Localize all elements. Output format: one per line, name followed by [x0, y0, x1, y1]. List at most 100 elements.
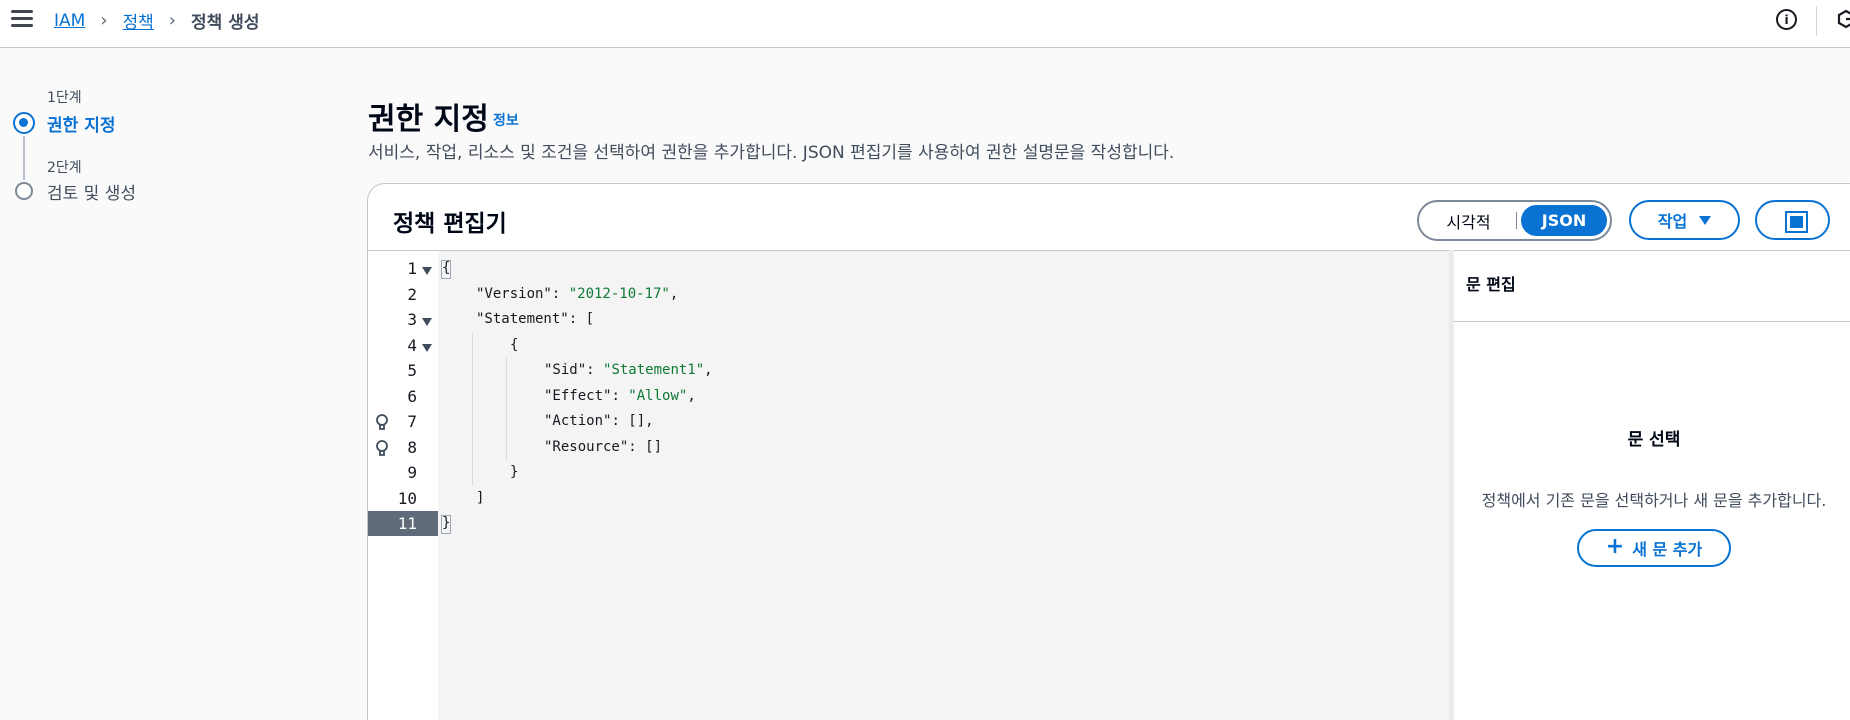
chevron-right-icon: › [168, 10, 176, 31]
fold-toggle-icon[interactable] [422, 267, 432, 275]
actions-label: 작업 [1657, 212, 1688, 231]
key-token: "Effect" [544, 387, 612, 404]
line-number: 9 [407, 463, 417, 482]
code-line[interactable]: 4{ [368, 332, 1449, 358]
code-line[interactable]: 6 "Effect": "Allow", [368, 383, 1449, 409]
step-2-title: 검토 및 생성 [47, 184, 137, 204]
bracket-match-highlight [441, 260, 451, 279]
string-token: "Statement1" [603, 362, 705, 378]
editor-mode-toggle: 시각적 JSON [1417, 200, 1612, 241]
indent-guide [472, 409, 473, 435]
breadcrumb-iam-link[interactable]: IAM [54, 11, 85, 31]
punctuation-token: : [], [611, 413, 654, 429]
code-text: "Action": [], [544, 413, 654, 429]
string-token: "Allow" [628, 387, 688, 404]
indent-guide [506, 383, 507, 409]
info-link[interactable]: 정보 [493, 110, 519, 130]
info-icon[interactable]: i [1776, 9, 1797, 30]
punctuation-token: : [586, 362, 604, 378]
code-line[interactable]: 9} [368, 460, 1449, 486]
step-1-title[interactable]: 권한 지정 [47, 111, 115, 136]
visual-mode-button[interactable]: 시각적 [1421, 204, 1516, 237]
line-number: 1 [407, 259, 417, 278]
breadcrumb-policies-link[interactable]: 정책 [123, 8, 154, 33]
punctuation-token: { [510, 336, 519, 353]
page-title: 권한 지정 [368, 102, 489, 137]
line-number: 3 [407, 310, 417, 329]
line-number: 6 [407, 386, 417, 406]
indent-guide [472, 460, 473, 486]
caret-down-icon [1699, 215, 1712, 225]
add-statement-button[interactable]: + 새 문 추가 [1577, 529, 1731, 567]
feedback-icon[interactable] [1836, 9, 1850, 30]
code-line[interactable]: 8 "Resource": [] [368, 434, 1449, 460]
fullscreen-button[interactable] [1755, 200, 1830, 240]
plus-icon: + [1605, 534, 1625, 559]
toggle-divider [1516, 212, 1517, 229]
bracket-match-highlight [441, 515, 451, 534]
indent-guide [506, 409, 507, 435]
fold-toggle-icon[interactable] [422, 343, 432, 352]
empty-state-title: 문 선택 [1627, 430, 1681, 450]
key-token: "Sid" [544, 362, 587, 378]
code-text: "Effect": "Allow", [544, 388, 696, 404]
key-token: "Resource" [544, 438, 629, 455]
line-number: 5 [407, 361, 417, 380]
policy-editor-container: 정책 편집기 시각적 JSON 작업 1{2 "Version": "2012-1… [367, 183, 1850, 720]
code-line[interactable]: 11} [368, 511, 1449, 536]
code-line[interactable]: 7 "Action": [], [368, 409, 1449, 435]
panel-divider [1454, 321, 1850, 322]
code-text: "Resource": [] [544, 439, 662, 455]
indent-guide [472, 358, 473, 384]
line-number: 10 [397, 488, 417, 508]
code-text: { [510, 337, 518, 353]
code-line[interactable]: 5 "Sid": "Statement1", [368, 358, 1449, 384]
lightbulb-icon[interactable] [375, 439, 389, 458]
indent-guide [506, 434, 507, 460]
punctuation-token: } [510, 464, 519, 480]
punctuation-token: ] [476, 489, 485, 506]
json-code-editor[interactable]: 1{2 "Version": "2012-10-17", 3 "Statement":… [368, 250, 1449, 720]
indent-guide [472, 383, 473, 409]
code-text: ] [476, 490, 484, 506]
code-text: "Statement": [ [476, 311, 594, 327]
code-line[interactable]: 1{ [368, 256, 1449, 281]
code-line[interactable]: 3 "Statement": [ [368, 307, 1449, 332]
line-number: 2 [407, 284, 417, 304]
key-token: "Version" [476, 285, 552, 302]
line-number: 11 [397, 514, 417, 533]
step-2-number: 2단계 [47, 160, 82, 176]
punctuation-token: , [687, 387, 696, 404]
header-divider [1816, 6, 1817, 36]
step-1-active-indicator-icon [13, 112, 35, 134]
punctuation-token: , [669, 285, 679, 302]
actions-dropdown-button[interactable]: 작업 [1629, 200, 1740, 240]
lightbulb-icon[interactable] [375, 414, 389, 432]
fold-toggle-icon[interactable] [422, 318, 432, 326]
step-2-indicator-icon [15, 182, 33, 200]
statement-edit-panel: 문 편집 문 선택 정책에서 기존 문을 선택하거나 새 문을 추가합니다. +… [1454, 250, 1850, 720]
menu-icon[interactable] [11, 10, 33, 30]
step-connector [23, 136, 25, 180]
statement-panel-title: 문 편집 [1466, 275, 1516, 294]
chevron-right-icon: › [100, 10, 108, 31]
indent-guide [506, 358, 507, 384]
empty-state-description: 정책에서 기존 문을 선택하거나 새 문을 추가합니다. [1481, 491, 1827, 510]
add-statement-label: 새 문 추가 [1632, 540, 1703, 559]
json-mode-button[interactable]: JSON [1521, 205, 1607, 236]
page-description: 서비스, 작업, 리소스 및 조건을 선택하여 권한을 추가합니다. JSON … [368, 143, 1175, 163]
breadcrumb-current: 정책 생성 [191, 13, 260, 33]
punctuation-token: : [551, 285, 569, 302]
punctuation-token: , [704, 362, 713, 378]
breadcrumb: IAM › 정책 › 정책 생성 [54, 8, 259, 33]
top-navigation-bar: IAM › 정책 › 정책 생성 i [0, 0, 1850, 48]
step-1-number: 1단계 [47, 90, 82, 106]
code-line[interactable]: 10] [368, 486, 1449, 511]
policy-editor-title: 정책 편집기 [393, 211, 507, 237]
code-text: "Sid": "Statement1", [544, 362, 713, 378]
code-line[interactable]: 2 "Version": "2012-10-17", [368, 282, 1449, 307]
key-token: "Action" [544, 413, 612, 429]
punctuation-token: : [ [568, 311, 595, 327]
code-text: } [510, 464, 518, 480]
string-token: "2012-10-17" [568, 285, 670, 302]
